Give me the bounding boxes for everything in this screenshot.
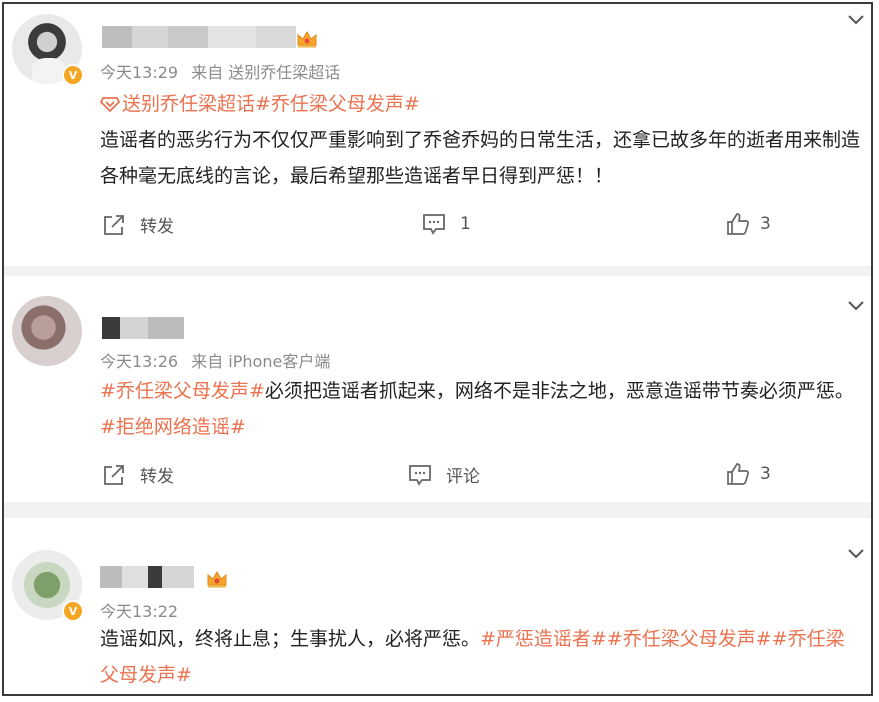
avatar[interactable] [12, 296, 82, 366]
comment-label: 评论 [446, 467, 480, 487]
diamond-icon [100, 97, 120, 112]
like-button[interactable]: 3 [726, 462, 771, 486]
verified-badge: V [62, 600, 84, 622]
username-blurred[interactable] [102, 317, 184, 339]
post-source[interactable]: 来自 iPhone客户端 [191, 352, 330, 371]
chevron-down-icon[interactable] [847, 548, 865, 560]
verified-badge: V [62, 64, 84, 86]
chevron-down-icon[interactable] [847, 300, 865, 312]
comment-icon [409, 464, 431, 486]
post-meta: 今天13:26 来自 iPhone客户端 [100, 348, 330, 372]
like-button[interactable]: 3 [726, 212, 771, 236]
avatar[interactable]: V [12, 550, 84, 622]
post-meta: 今天13:22 [100, 598, 178, 622]
post-text: 造谣者的恶劣行为不仅仅严重影响到了乔爸乔妈的日常生活，还拿已故多年的逝者用来制造… [100, 129, 861, 187]
post-text: 必须把造谣者抓起来，网络不是非法之地，恶意造谣带节奏必须严惩。 [264, 380, 854, 402]
post-content: #乔任梁父母发声#必须把造谣者抓起来，网络不是非法之地，恶意造谣带节奏必须严惩。… [100, 373, 863, 445]
thumbs-up-icon [727, 463, 750, 485]
post-actions: 转发 1 3 [4, 212, 871, 240]
post-time: 今天13:26 [100, 352, 179, 371]
comment-button[interactable]: 1 [422, 212, 471, 236]
share-icon [104, 214, 124, 235]
repost-button[interactable]: 转发 [102, 212, 174, 237]
hashtag-link[interactable]: #拒绝网络造谣# [100, 416, 246, 438]
comment-card: 今天13:26 来自 iPhone客户端 #乔任梁父母发声#必须把造谣者抓起来，… [4, 276, 871, 502]
repost-button[interactable]: 转发 [102, 462, 174, 487]
post-time: 今天13:29 [100, 63, 179, 82]
comment-feed: V 今天13:29 来自 送别乔任梁超话 送别乔任梁超话#乔任梁父母发声# 造谣… [2, 2, 873, 696]
crown-icon [207, 570, 227, 588]
chevron-down-icon[interactable] [847, 14, 865, 26]
post-actions: 转发 评论 3 [4, 462, 871, 490]
post-content: 造谣如风，终将止息；生事扰人，必将严惩。#严惩造谣者##乔任梁父母发声##乔任梁… [100, 621, 863, 693]
like-count: 3 [760, 464, 771, 484]
comment-card: V 今天13:22 造谣如风，终将止息；生事扰人，必将严惩。#严惩造谣者##乔任… [4, 518, 871, 694]
comment-count: 1 [460, 214, 471, 234]
username-blurred[interactable] [100, 566, 194, 588]
comment-card: V 今天13:29 来自 送别乔任梁超话 送别乔任梁超话#乔任梁父母发声# 造谣… [4, 4, 871, 266]
super-topic-link[interactable]: 送别乔任梁超话#乔任梁父母发声# [100, 86, 863, 122]
hashtag-link[interactable]: #乔任梁父母发声# [100, 380, 265, 402]
comment-button[interactable]: 评论 [408, 462, 480, 487]
avatar[interactable]: V [12, 14, 84, 86]
crown-icon [297, 30, 317, 48]
post-source[interactable]: 来自 送别乔任梁超话 [191, 63, 340, 82]
share-icon [104, 464, 124, 485]
like-count: 3 [760, 214, 771, 234]
post-text: 造谣如风，终将止息；生事扰人，必将严惩。 [100, 628, 481, 650]
super-topic-text: 送别乔任梁超话#乔任梁父母发声# [122, 93, 420, 115]
post-meta: 今天13:29 来自 送别乔任梁超话 [100, 59, 340, 83]
username-blurred[interactable] [102, 26, 296, 48]
post-time: 今天13:22 [100, 602, 179, 621]
repost-label: 转发 [140, 217, 174, 237]
thumbs-up-icon [727, 213, 750, 235]
comment-icon [423, 214, 445, 235]
repost-label: 转发 [140, 467, 174, 487]
post-content: 送别乔任梁超话#乔任梁父母发声# 造谣者的恶劣行为不仅仅严重影响到了乔爸乔妈的日… [100, 86, 863, 194]
